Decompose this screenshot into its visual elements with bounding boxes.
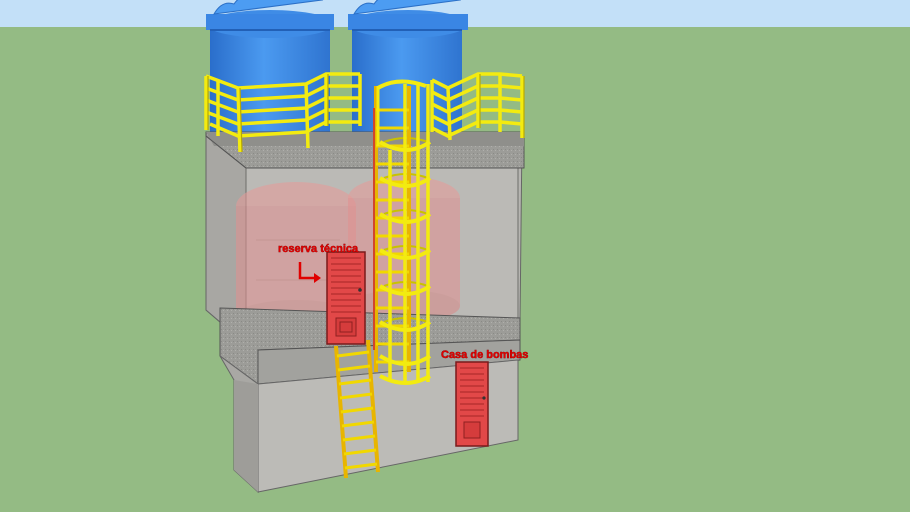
sketchup-scene: reserva técnica Casa de bombas bbox=[0, 0, 910, 512]
upper-room-label: reserva técnica bbox=[278, 243, 359, 255]
scene-svg: reserva técnica Casa de bombas bbox=[0, 0, 910, 512]
upper-door[interactable] bbox=[326, 251, 366, 345]
lower-door[interactable] bbox=[455, 361, 489, 447]
lower-room-label: Casa de bombas bbox=[441, 349, 528, 361]
roof-slab bbox=[205, 131, 525, 169]
